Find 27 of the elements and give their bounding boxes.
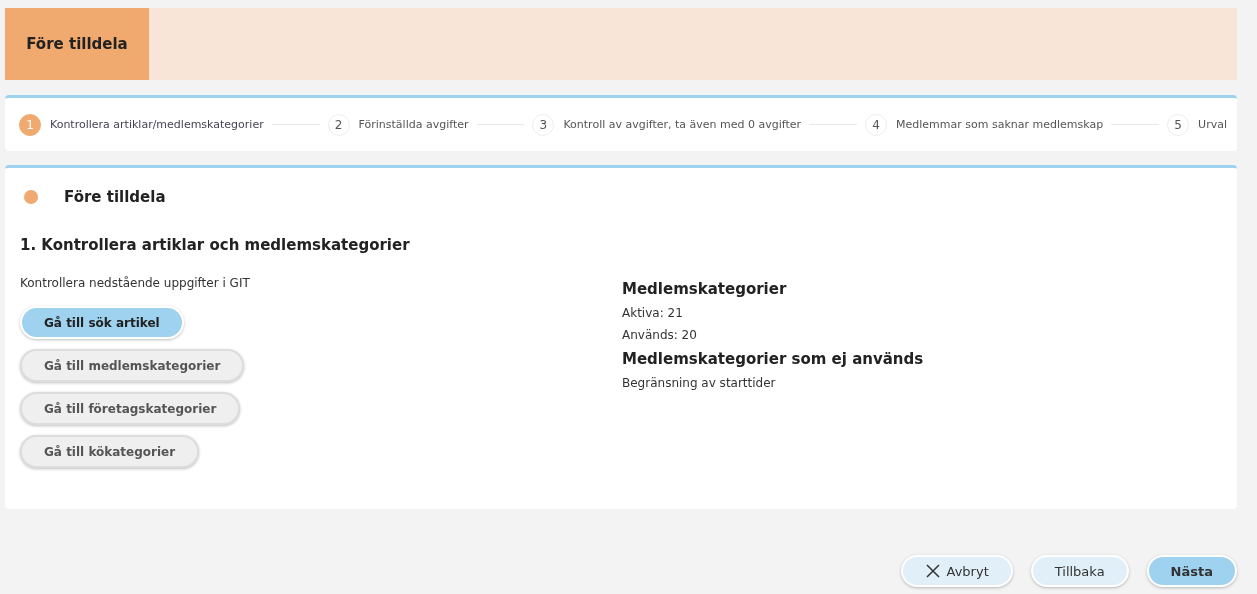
step-label[interactable]: Förinställda avgifter bbox=[358, 118, 469, 131]
next-button[interactable]: Nästa bbox=[1146, 555, 1237, 587]
cancel-button[interactable]: Avbryt bbox=[900, 555, 1013, 587]
section-title: Före tilldela bbox=[64, 188, 166, 206]
info-heading: Medlemskategorier bbox=[622, 280, 788, 298]
navigation-button[interactable]: Gå till medlemskategorier bbox=[20, 349, 245, 382]
step-number[interactable]: 2 bbox=[327, 113, 350, 136]
info-text: Aktiva: 21 bbox=[622, 306, 684, 320]
info-heading: Medlemskategorier som ej används bbox=[622, 350, 925, 368]
header-title: Före tilldela bbox=[5, 8, 149, 80]
close-icon bbox=[924, 563, 941, 579]
step-label[interactable]: Kontrollera artiklar/medlemskategorier bbox=[50, 118, 264, 131]
step-label[interactable]: Kontroll av avgifter, ta även med 0 avgifter bbox=[563, 118, 802, 131]
step-number[interactable]: 3 bbox=[532, 113, 555, 136]
navigation-button[interactable]: Gå till sök artikel bbox=[20, 306, 184, 339]
step-number[interactable]: 5 bbox=[1167, 113, 1190, 136]
intro-text: Kontrollera nedstående uppgifter i GIT bbox=[20, 276, 250, 290]
back-button[interactable]: Tillbaka bbox=[1030, 555, 1129, 587]
step-label[interactable]: Urval bbox=[1198, 118, 1227, 131]
info-text: Begränsning av starttider bbox=[622, 376, 777, 390]
step-number[interactable]: 4 bbox=[865, 113, 888, 136]
section-heading: 1. Kontrollera artiklar och medlemskategorier bbox=[20, 236, 411, 254]
navigation-button[interactable]: Gå till kökategorier bbox=[20, 435, 200, 468]
step-label[interactable]: Medlemmar som saknar medlemskap bbox=[896, 118, 1104, 131]
status-dot bbox=[24, 190, 38, 204]
info-text: Används: 20 bbox=[622, 328, 698, 342]
navigation-button[interactable]: Gå till företagskategorier bbox=[20, 392, 241, 425]
